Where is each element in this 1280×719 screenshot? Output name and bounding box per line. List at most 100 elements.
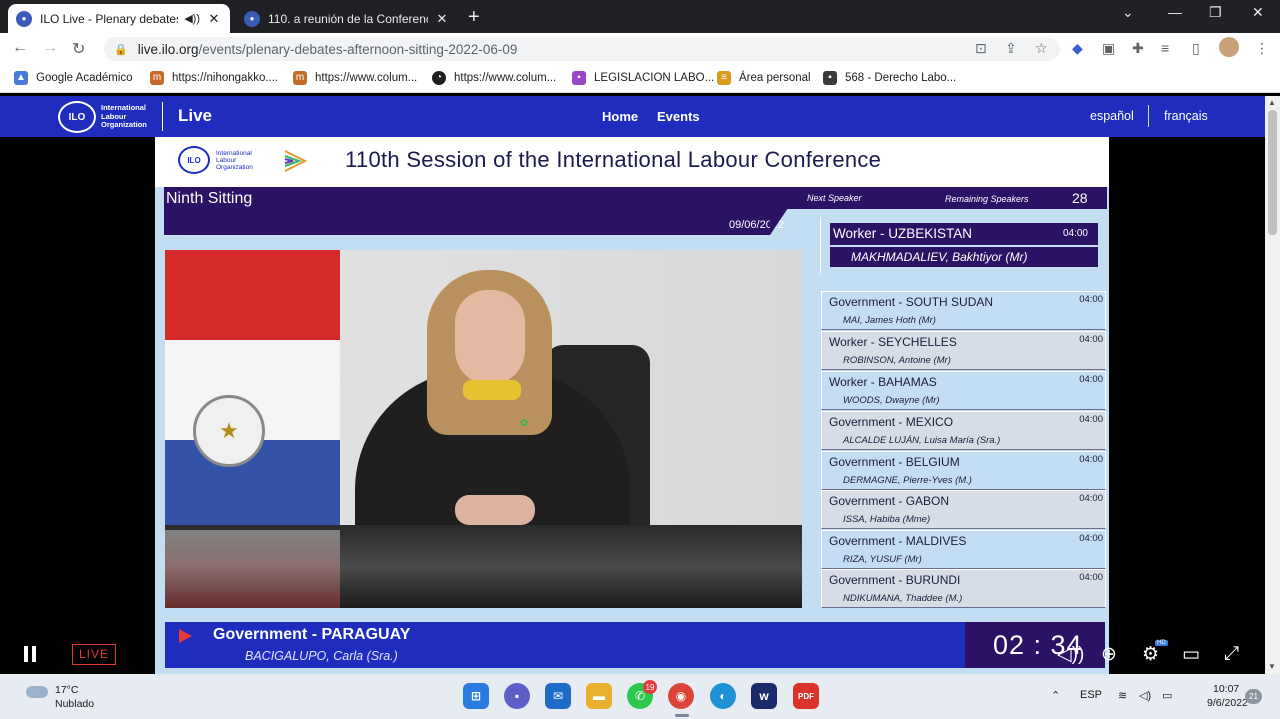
url-bar[interactable]: 🔒 live.ilo.org/events/plenary-debates-af…: [104, 37, 1060, 61]
back-icon[interactable]: ←: [12, 39, 28, 57]
pause-icon[interactable]: [22, 646, 38, 662]
next-speaker-label: Next Speaker: [807, 193, 862, 203]
bookmark-label: https://www.colum...: [454, 72, 557, 84]
profile-avatar[interactable]: [1219, 37, 1239, 57]
close-tab-icon[interactable]: ✕: [434, 11, 450, 27]
remaining-count: 28: [1072, 190, 1088, 206]
cloud-icon[interactable]: [26, 686, 48, 698]
lang-espanol[interactable]: español: [1090, 109, 1134, 123]
new-tab-icon[interactable]: +: [468, 6, 480, 29]
mail-icon[interactable]: ✉: [545, 683, 571, 709]
scroll-down-icon[interactable]: ▼: [1268, 662, 1276, 671]
video-frame[interactable]: ILO International Labour Organization 11…: [155, 137, 1109, 674]
chrome-icon[interactable]: ◉: [668, 683, 694, 709]
tab-title: ILO Live - Plenary debates -: [40, 11, 179, 26]
bookmark-google-academico[interactable]: ▲ Google Académico: [14, 71, 133, 85]
forward-icon[interactable]: →: [42, 39, 58, 57]
next-speaker-country: Worker - UZBEKISTAN 04:00: [830, 223, 1098, 245]
current-speaker-bar: Government - PARAGUAY BACIGALUPO, Carla …: [165, 622, 1105, 668]
windows-start-icon[interactable]: ⊞: [463, 683, 489, 709]
sitting-date: 09/06/2022: [729, 219, 785, 231]
bookmark-label: https://www.colum...: [315, 72, 418, 84]
bookmark-colum-1[interactable]: m https://www.colum...: [293, 71, 417, 85]
restore-icon[interactable]: ❐: [1209, 4, 1222, 21]
queue-item: Government - BELGIUM 04:00 DERMAGNE, Pie…: [821, 451, 1106, 490]
nav-home[interactable]: Home: [602, 109, 638, 124]
bookmark-derecho-labo[interactable]: ▪ 568 - Derecho Labo...: [823, 71, 956, 85]
weather-temp[interactable]: 17°C: [55, 684, 78, 696]
sitting-name: Ninth Sitting: [166, 190, 253, 207]
next-speaker-header: Next Speaker Remaining Speakers 28: [769, 187, 1107, 209]
extension-cap-icon[interactable]: ◆: [1072, 40, 1083, 57]
queue-name: ISSA, Habiba (Mme): [843, 514, 931, 525]
pdf-reader-icon[interactable]: PDF: [793, 683, 819, 709]
side-panel-icon[interactable]: ▯: [1192, 40, 1200, 57]
conference-title: 110th Session of the International Labou…: [345, 147, 882, 172]
queue-country: Worker - BAHAMAS: [829, 375, 937, 389]
live-title[interactable]: Live: [178, 106, 212, 126]
queue-name: WOODS, Dwayne (Mr): [843, 395, 940, 406]
scrollbar-thumb[interactable]: [1268, 110, 1277, 235]
queue-time: 04:00: [1079, 572, 1103, 583]
translate-icon[interactable]: ⊡: [975, 40, 987, 57]
queue-time: 04:00: [1079, 294, 1103, 305]
picture-in-picture-icon[interactable]: ▭: [1182, 643, 1200, 666]
current-speaker-country: Government - PARAGUAY: [213, 626, 411, 643]
webex-icon[interactable]: w: [751, 683, 777, 709]
queue-item: Government - GABON 04:00 ISSA, Habiba (M…: [821, 490, 1106, 529]
coat-of-arms-seal: ★: [193, 395, 265, 467]
volume-icon[interactable]: ◁)): [1057, 643, 1084, 666]
conference-banner: ILO International Labour Organization 11…: [155, 137, 1109, 187]
bookmark-star-icon[interactable]: ☆: [1035, 40, 1048, 57]
menu-kebab-icon[interactable]: ⋮: [1255, 40, 1269, 57]
queue-time: 04:00: [1079, 414, 1103, 425]
queue-name: ALCALDE LUJÁN, Luisa María (Sra.): [843, 435, 1001, 446]
site-header: ILO International Labour Organization Li…: [0, 96, 1265, 137]
org-name: International Labour Organization: [101, 103, 147, 129]
reload-icon[interactable]: ↻: [72, 39, 85, 59]
tab-ilo-live[interactable]: ● ILO Live - Plenary debates - ◀)) ✕: [8, 4, 230, 33]
speaker-queue: Government - SOUTH SUDAN 04:00 MAI, Jame…: [821, 291, 1106, 609]
paraguay-flag: ★: [165, 250, 340, 530]
bookmark-colum-2[interactable]: ◔ https://www.colum...: [432, 71, 556, 85]
settings-gear-icon[interactable]: ⚙: [1142, 643, 1159, 666]
tab-title: 110. a reunión de la Conferencia: [268, 11, 428, 26]
edge-icon[interactable]: ◐: [710, 683, 736, 709]
hd-badge: HD: [1155, 640, 1168, 646]
bookmark-nihongakko[interactable]: m https://nihongakko....: [150, 71, 278, 85]
scroll-up-icon[interactable]: ▲: [1268, 98, 1276, 107]
minimize-icon[interactable]: —: [1168, 4, 1182, 20]
ilo-logo[interactable]: ILO: [58, 101, 96, 133]
close-window-icon[interactable]: ✕: [1252, 4, 1264, 21]
nav-events[interactable]: Events: [657, 109, 700, 124]
live-badge[interactable]: LIVE: [72, 644, 116, 665]
queue-name: RIZA, YUSUF (Mr): [843, 554, 922, 565]
queue-country: Government - SOUTH SUDAN: [829, 295, 994, 309]
file-explorer-icon[interactable]: ▬: [586, 683, 612, 709]
lock-icon[interactable]: 🔒: [114, 43, 128, 56]
page-scrollbar[interactable]: ▲ ▼: [1265, 96, 1280, 674]
fullscreen-icon[interactable]: ⤢: [1224, 643, 1239, 665]
bookmark-area-personal[interactable]: ≡ Área personal: [717, 71, 811, 85]
queue-country: Government - MEXICO: [829, 415, 954, 429]
lang-francais[interactable]: français: [1164, 109, 1208, 123]
globe-icon[interactable]: ⊕: [1101, 643, 1117, 666]
whatsapp-icon: ◔: [432, 71, 446, 85]
tab-search-chevron-icon[interactable]: ⌄: [1122, 4, 1134, 21]
bookmark-label: Google Académico: [36, 72, 133, 84]
puzzle-extensions-icon[interactable]: ✚: [1132, 40, 1144, 57]
browser-tab-strip: ● ILO Live - Plenary debates - ◀)) ✕ ● 1…: [0, 0, 1280, 33]
chrome-active-indicator: [675, 714, 689, 717]
tab-conferencia[interactable]: ● 110. a reunión de la Conferencia ✕: [236, 4, 458, 33]
extension-icon[interactable]: ▣: [1102, 40, 1115, 57]
share-icon[interactable]: ⇪: [1005, 40, 1017, 57]
close-tab-icon[interactable]: ✕: [206, 11, 222, 27]
queue-item: Government - MALDIVES 04:00 RIZA, YUSUF …: [821, 530, 1106, 569]
bookmark-legislacion[interactable]: ▪ LEGISLACION LABO...: [572, 71, 714, 85]
speaker-icon[interactable]: ◀)): [184, 12, 200, 25]
teams-chat-icon[interactable]: ▪: [504, 683, 530, 709]
media-control-icon[interactable]: ≡: [1161, 40, 1169, 56]
queue-name: ROBINSON, Antoine (Mr): [843, 355, 951, 366]
next-time: 04:00: [1062, 228, 1088, 239]
weather-desc[interactable]: Nublado: [55, 698, 94, 710]
